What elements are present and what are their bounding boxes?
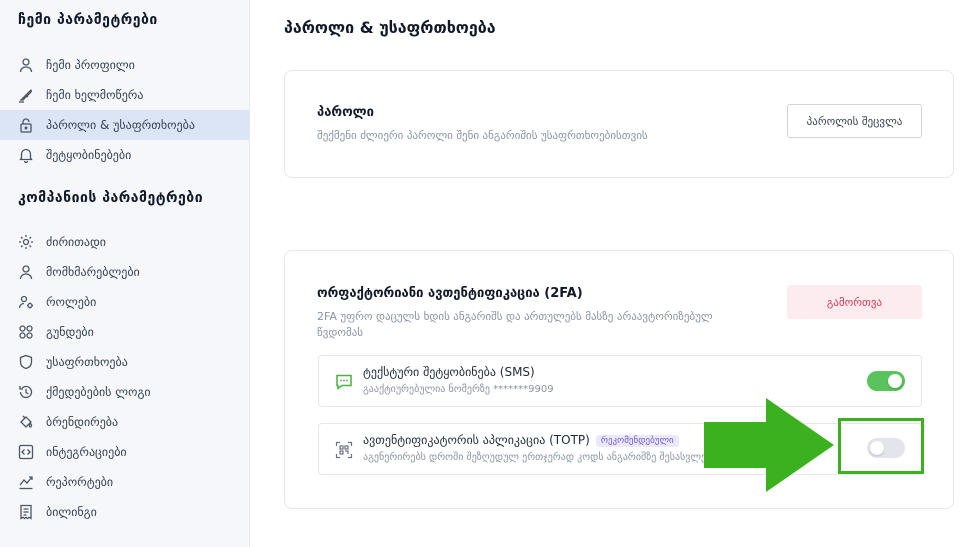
sidebar-item-teams[interactable]: გუნდები <box>0 317 249 347</box>
bell-icon <box>18 147 34 163</box>
sidebar-item-branding[interactable]: ბრენდირება <box>0 407 249 437</box>
recommended-badge: რეკომენდებული <box>595 434 679 447</box>
sidebar-item-label: მომხმარებლები <box>46 265 140 279</box>
sidebar-item-reports[interactable]: რეპორტები <box>0 467 249 497</box>
sidebar-item-notifications[interactable]: შეტყობინებები <box>0 140 249 170</box>
sidebar-item-label: როლები <box>46 295 97 309</box>
user-icon <box>18 57 34 73</box>
sidebar-item-roles[interactable]: როლები <box>0 287 249 317</box>
totp-option-title-text: ავთენტიფიკატორის აპლიკაცია (TOTP) <box>363 433 590 447</box>
sidebar-item-label: ჩემი ხელმოწერა <box>46 88 144 102</box>
twofa-card-description: 2FA უფრო დაცულს ხდის ანგარიშს და ართულებ… <box>317 310 713 339</box>
password-card: პაროლი შექმენი ძლიერი პაროლი შენი ანგარი… <box>284 70 954 178</box>
totp-option-subtitle: აგენერირებს დროში შეზღუდულ ერთჯერად კოდს… <box>363 452 731 463</box>
totp-option-title: ავთენტიფიკატორის აპლიკაცია (TOTP) რეკომენ… <box>363 433 679 447</box>
sms-icon <box>335 373 353 391</box>
sidebar-item-integrations[interactable]: ინტეგრაციები <box>0 437 249 467</box>
sidebar-item-label: ძირითადი <box>46 235 106 249</box>
page-title: პაროლი & უსაფრთხოება <box>284 18 496 37</box>
sidebar-item-label: გუნდები <box>46 325 94 339</box>
sidebar-item-label: პაროლი & უსაფრთხოება <box>46 118 195 132</box>
sms-option-subtitle: გააქტიურებულია ნომერზე *******9909 <box>363 384 554 395</box>
paint-bucket-icon <box>18 414 34 430</box>
password-card-description: შექმენი ძლიერი პაროლი შენი ანგარიშის უსა… <box>317 129 648 142</box>
settings-gear-icon <box>18 234 34 250</box>
sidebar-item-label: რეპორტები <box>46 475 114 489</box>
sidebar-item-password-security[interactable]: პაროლი & უსაფრთხოება <box>0 110 249 140</box>
signature-icon <box>18 87 34 103</box>
sms-toggle[interactable] <box>867 371 905 391</box>
history-icon <box>18 384 34 400</box>
disable-2fa-button[interactable]: გამორთვა <box>787 285 922 319</box>
sidebar-item-general[interactable]: ძირითადი <box>0 227 249 257</box>
code-icon <box>18 444 34 460</box>
sidebar-item-billing[interactable]: ბილინგი <box>0 497 249 527</box>
chart-icon <box>18 474 34 490</box>
sidebar-item-label: ინტეგრაციები <box>46 445 127 459</box>
lock-icon <box>18 117 34 133</box>
highlight-box-annotation <box>838 418 924 474</box>
sms-option-title: ტექსტური შეტყობინება (SMS) <box>363 365 535 379</box>
receipt-icon <box>18 504 34 520</box>
green-arrow-annotation <box>704 398 834 492</box>
sidebar-item-activity-log[interactable]: ქმედებების ლოგი <box>0 377 249 407</box>
sidebar-item-label: ბილინგი <box>46 505 97 519</box>
shield-icon <box>18 354 34 370</box>
toggle-knob <box>888 374 902 388</box>
sidebar-item-users[interactable]: მომხმარებლები <box>0 257 249 287</box>
sidebar-item-my-profile[interactable]: ჩემი პროფილი <box>0 50 249 80</box>
sidebar-item-label: უსაფრთხოება <box>46 355 128 369</box>
sidebar-item-label: ქმედებების ლოგი <box>46 385 151 399</box>
user-icon <box>18 264 34 280</box>
sidebar-item-my-signature[interactable]: ჩემი ხელმოწერა <box>0 80 249 110</box>
teams-icon <box>18 324 34 340</box>
my-settings-heading: ჩემი პარამეტრები <box>18 12 158 28</box>
sidebar: ჩემი პარამეტრები ჩემი პროფილი ჩემი ხელმო… <box>0 0 250 547</box>
sidebar-item-label: ჩემი პროფილი <box>46 58 135 72</box>
qr-code-icon <box>335 441 353 459</box>
roles-icon <box>18 294 34 310</box>
twofa-card-title: ორფაქტორიანი ავთენტიფიკაცია (2FA) <box>317 286 583 301</box>
sidebar-item-label: ბრენდირება <box>46 415 119 429</box>
sidebar-item-label: შეტყობინებები <box>46 148 132 162</box>
change-password-button[interactable]: პაროლის შეცვლა <box>787 104 922 138</box>
company-settings-heading: კომპანიის პარამეტრები <box>18 190 204 206</box>
password-card-title: პაროლი <box>317 105 374 120</box>
sidebar-item-security[interactable]: უსაფრთხოება <box>0 347 249 377</box>
